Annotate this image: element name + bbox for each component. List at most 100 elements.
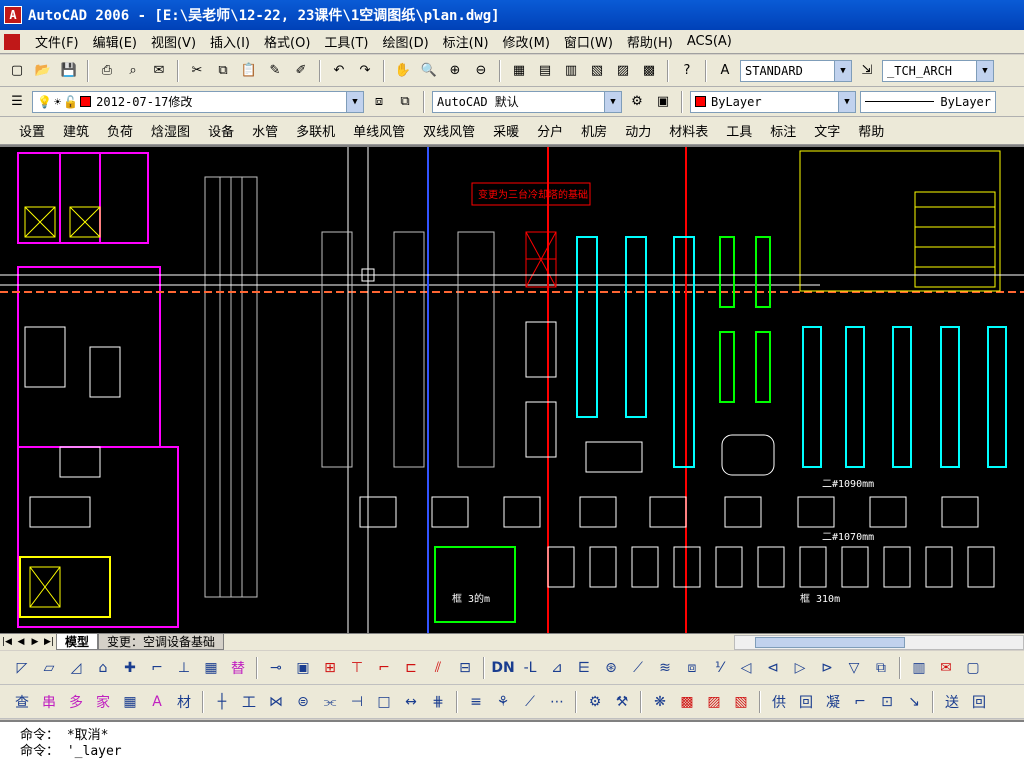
- new-file-icon[interactable]: ▢: [6, 60, 28, 82]
- tool-dash-icon[interactable]: ⋯: [545, 690, 569, 714]
- tool-elbow-icon[interactable]: ⌐: [145, 656, 169, 680]
- tool-break-icon[interactable]: ⫘: [318, 690, 342, 714]
- tch-menu-water-pipe[interactable]: 水管: [243, 121, 287, 140]
- tool-grid-icon[interactable]: ⊟: [453, 656, 477, 680]
- tool-leaf-icon[interactable]: ⚘: [491, 690, 515, 714]
- chevron-down-icon[interactable]: ▼: [976, 60, 993, 81]
- sheet-set-icon[interactable]: ▧: [586, 60, 608, 82]
- tch-menu-household[interactable]: 分户: [528, 121, 572, 140]
- help-icon[interactable]: ?: [676, 60, 698, 82]
- linetype-select[interactable]: ByLayer: [860, 90, 996, 113]
- workspace-select[interactable]: AutoCAD 默认 ▼: [432, 90, 622, 113]
- tch-menu-settings[interactable]: 设置: [10, 121, 54, 140]
- tool-insert-icon[interactable]: ⊣: [345, 690, 369, 714]
- tool-red-block-icon[interactable]: ▩: [675, 690, 699, 714]
- tool-cylinder-icon[interactable]: ⊜: [291, 690, 315, 714]
- tool-frame-icon[interactable]: ⧉: [869, 656, 893, 680]
- tool-fitting-2-icon[interactable]: ⧈: [680, 656, 704, 680]
- publish-icon[interactable]: ✉: [148, 60, 170, 82]
- layer-previous-icon[interactable]: ⧉: [394, 91, 416, 113]
- menu-modify[interactable]: 修改(M): [496, 32, 557, 51]
- tool-send-icon[interactable]: 送: [940, 690, 964, 714]
- tool-square-icon[interactable]: □: [372, 690, 396, 714]
- tool-cross-icon[interactable]: ✚: [118, 656, 142, 680]
- color-select[interactable]: ByLayer ▼: [690, 90, 856, 113]
- tch-menu-material-list[interactable]: 材料表: [660, 121, 717, 140]
- save-icon[interactable]: 💾: [58, 60, 80, 82]
- tch-menu-annotation[interactable]: 标注: [761, 121, 805, 140]
- chevron-down-icon[interactable]: ▼: [838, 91, 855, 112]
- tool-puzzle-2-icon[interactable]: ⚒: [610, 690, 634, 714]
- tool-envelope-icon[interactable]: ✉: [934, 656, 958, 680]
- tool-red-tee-icon[interactable]: ⊤: [345, 656, 369, 680]
- tool-triangle-icon[interactable]: ▷: [788, 656, 812, 680]
- zoom-window-icon[interactable]: ⊕: [444, 60, 466, 82]
- tool-fan-icon[interactable]: ❋: [648, 690, 672, 714]
- tool-valve-icon[interactable]: ⊸: [264, 656, 288, 680]
- tool-cross-2-icon[interactable]: ┼: [210, 690, 234, 714]
- tch-menu-help[interactable]: 帮助: [849, 121, 893, 140]
- tab-layout[interactable]: 变更：空调设备基础: [98, 634, 225, 650]
- prev-tab-icon[interactable]: ◀: [14, 635, 28, 650]
- copy-icon[interactable]: ⧉: [212, 60, 234, 82]
- tool-shape-icon[interactable]: ◿: [64, 656, 88, 680]
- tool-wave-icon[interactable]: ≋: [653, 656, 677, 680]
- properties-icon[interactable]: ▦: [508, 60, 530, 82]
- tch-menu-architecture[interactable]: 建筑: [54, 121, 98, 140]
- undo-icon[interactable]: ↶: [328, 60, 350, 82]
- tool-level-icon[interactable]: -L: [518, 656, 542, 680]
- redo-icon[interactable]: ↷: [354, 60, 376, 82]
- tool-return-2-icon[interactable]: 回: [967, 690, 991, 714]
- tool-equals-icon[interactable]: ≡: [464, 690, 488, 714]
- chevron-down-icon[interactable]: ▼: [834, 60, 851, 81]
- tool-unit-icon[interactable]: ⊡: [875, 690, 899, 714]
- menu-help[interactable]: 帮助(H): [620, 32, 680, 51]
- tool-box-icon[interactable]: ▣: [291, 656, 315, 680]
- tool-polyline-icon[interactable]: ▱: [37, 656, 61, 680]
- first-tab-icon[interactable]: |◀: [0, 635, 14, 650]
- next-tab-icon[interactable]: ▶: [28, 635, 42, 650]
- tch-menu-single-duct[interactable]: 单线风管: [344, 121, 414, 140]
- menu-window[interactable]: 窗口(W): [557, 32, 620, 51]
- make-layer-current-icon[interactable]: ⧈: [368, 91, 390, 113]
- print-icon[interactable]: ⎙: [96, 60, 118, 82]
- autocad-app-icon[interactable]: A: [4, 6, 22, 24]
- tool-fitting-icon[interactable]: ⌂: [91, 656, 115, 680]
- tool-double-arrow-icon[interactable]: ↔: [399, 690, 423, 714]
- tool-series-icon[interactable]: 串: [37, 690, 61, 714]
- chevron-down-icon[interactable]: ▼: [604, 91, 621, 112]
- menu-insert[interactable]: 插入(I): [203, 32, 257, 51]
- tab-model[interactable]: 模型: [56, 634, 99, 650]
- menu-format[interactable]: 格式(O): [257, 32, 317, 51]
- tool-triangle-2-icon[interactable]: ⊳: [815, 656, 839, 680]
- layer-select[interactable]: 💡 ☀ 🔓 2012-07-17修改 ▼: [32, 90, 364, 113]
- tch-menu-tools[interactable]: 工具: [717, 121, 761, 140]
- zoom-previous-icon[interactable]: ⊖: [470, 60, 492, 82]
- document-icon[interactable]: [4, 33, 20, 50]
- tool-point-icon[interactable]: ◸: [10, 656, 34, 680]
- tool-return-icon[interactable]: 回: [794, 690, 818, 714]
- tch-menu-vrf[interactable]: 多联机: [287, 121, 344, 140]
- tch-menu-heating[interactable]: 采暖: [484, 121, 528, 140]
- print-preview-icon[interactable]: ⌕: [122, 60, 144, 82]
- match-properties-icon[interactable]: ✎: [264, 60, 286, 82]
- tool-red-reducer-icon[interactable]: ⊏: [399, 656, 423, 680]
- tool-symbol-icon[interactable]: ⊛: [599, 656, 623, 680]
- menu-draw[interactable]: 绘图(D): [376, 32, 436, 51]
- tch-menu-power[interactable]: 动力: [616, 121, 660, 140]
- calculator-icon[interactable]: ▩: [638, 60, 660, 82]
- tool-beam-icon[interactable]: 工: [237, 690, 261, 714]
- cad-drawing[interactable]: 变更为三台冷却塔的基础 二#1090mm 二#1070mm 框 310m 框 3…: [0, 147, 1024, 633]
- text-style-select[interactable]: STANDARD ▼: [740, 59, 852, 82]
- paste-icon[interactable]: 📋: [238, 60, 260, 82]
- cut-icon[interactable]: ✂: [186, 60, 208, 82]
- tch-menu-psychrometric[interactable]: 焓湿图: [142, 121, 199, 140]
- layer-manager-icon[interactable]: ☰: [6, 91, 28, 113]
- tool-text-icon[interactable]: A: [145, 690, 169, 714]
- tool-multi-icon[interactable]: 多: [64, 690, 88, 714]
- menu-acs[interactable]: ACS(A): [680, 34, 739, 49]
- text-style-icon[interactable]: A: [714, 60, 736, 82]
- scrollbar-thumb[interactable]: [755, 636, 905, 648]
- pan-icon[interactable]: ✋: [392, 60, 414, 82]
- tool-palettes-icon[interactable]: ▥: [560, 60, 582, 82]
